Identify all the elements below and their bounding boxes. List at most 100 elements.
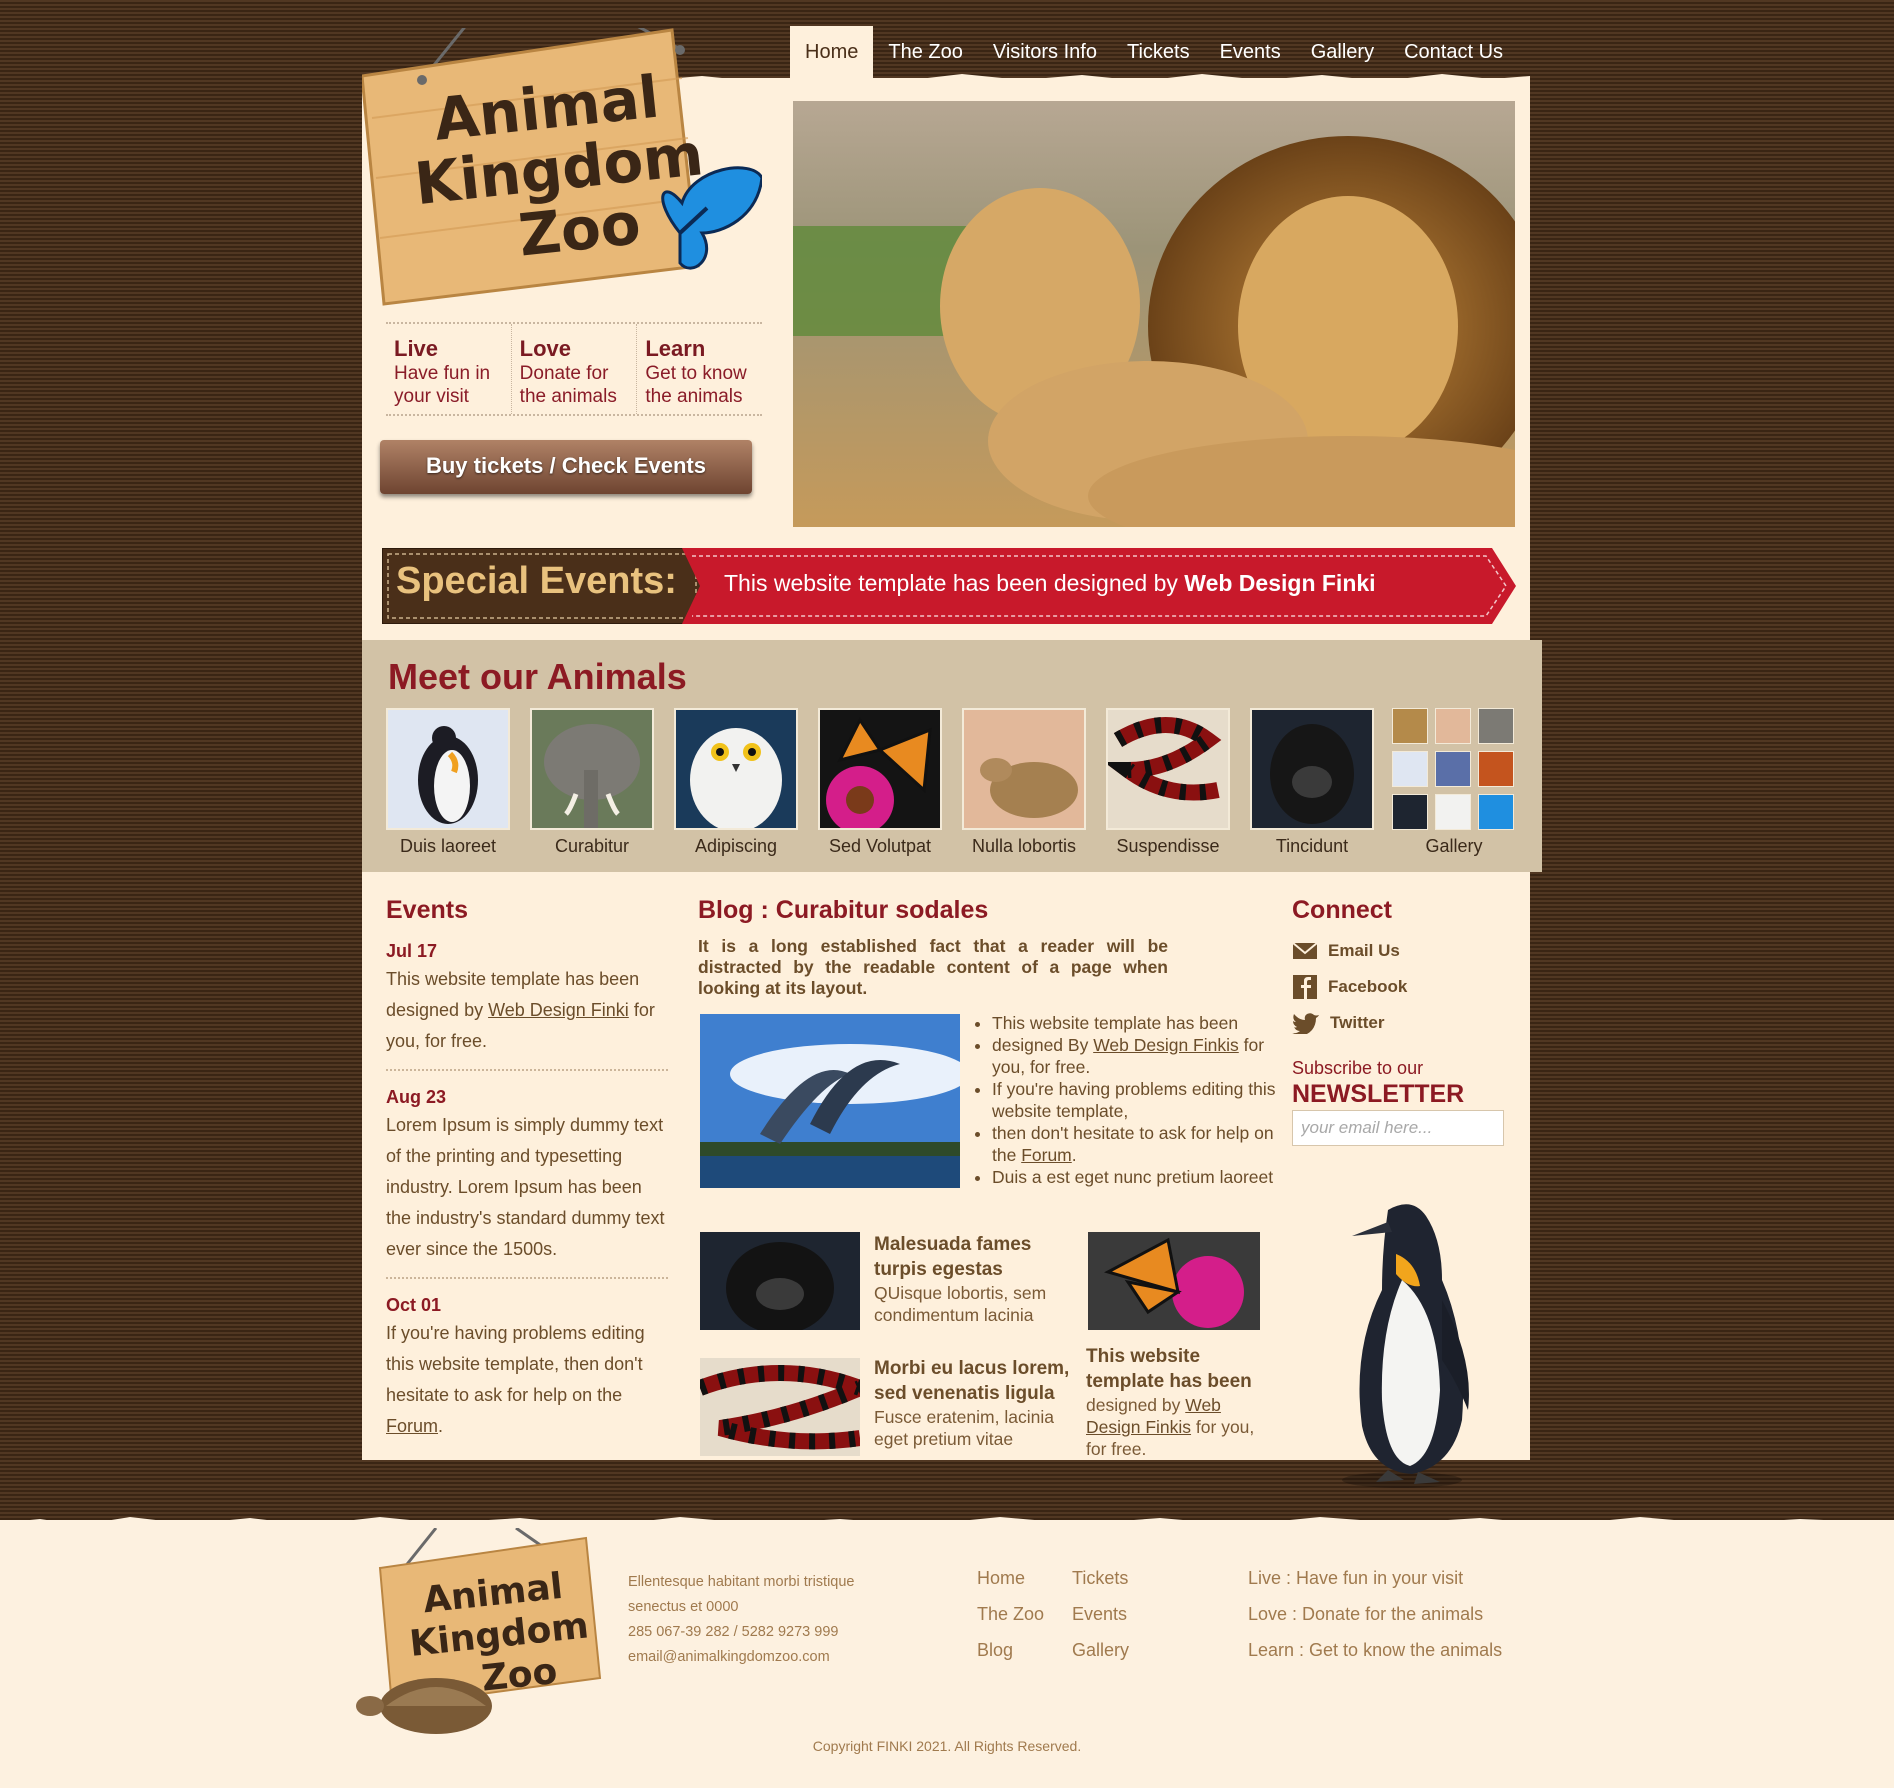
facebook-link[interactable]: Facebook — [1292, 969, 1512, 1005]
gallery-thumb — [1392, 794, 1428, 830]
blog-post-text: Fusce eratenim, lacinia eget pretium vit… — [874, 1407, 1054, 1449]
taglines: Live Have fun in your visit Love Donate … — [386, 322, 762, 416]
email-us-link[interactable]: Email Us — [1292, 933, 1512, 969]
footer-torn-edge — [0, 1517, 1894, 1535]
facebook-label: Facebook — [1328, 977, 1408, 996]
gallery-thumb — [1435, 708, 1471, 744]
event-text-body: If you're having problems editing this w… — [386, 1323, 645, 1405]
blog-title: Blog : Curabitur sodales — [698, 896, 989, 924]
footer-address-line: Ellentesque habitant morbi tristique — [628, 1574, 855, 1590]
blog-post-title[interactable]: This website template has been — [1086, 1344, 1264, 1394]
butterfly-post-image[interactable] — [1088, 1232, 1260, 1330]
gorilla-post-image[interactable] — [700, 1232, 860, 1330]
event-date: Aug 23 — [386, 1087, 447, 1107]
nav-visitors-info[interactable]: Visitors Info — [978, 26, 1112, 69]
animal-card-elephant[interactable]: Curabitur — [530, 708, 654, 857]
footer-link-love[interactable]: Love : Donate for the animals — [1248, 1604, 1483, 1625]
event-date: Oct 01 — [386, 1295, 442, 1315]
nav-contact-us[interactable]: Contact Us — [1389, 26, 1518, 69]
event-link[interactable]: Web Design Finki — [488, 1000, 629, 1020]
special-events-credit: Web Design Finki — [1184, 570, 1376, 596]
newsletter-email-input[interactable] — [1292, 1110, 1504, 1146]
tagline-text: Have fun in your visit — [394, 363, 491, 407]
tagline-text: Get to know the animals — [645, 363, 747, 407]
event-date: Jul 17 — [386, 941, 438, 961]
footer-address-line: senectus et 0000 — [628, 1599, 739, 1615]
connect-title: Connect — [1292, 896, 1392, 924]
animal-card-gorilla[interactable]: Tincidunt — [1250, 708, 1374, 857]
tagline-love: Love Donate for the animals — [512, 324, 638, 414]
newsletter-heading: NEWSLETTER — [1292, 1080, 1465, 1108]
blog-post-text: designed by Web Design Finkis for you, f… — [1086, 1394, 1264, 1460]
footer-link-gallery[interactable]: Gallery — [1072, 1640, 1129, 1661]
gorilla-thumbnail — [1250, 708, 1374, 830]
buy-tickets-button[interactable]: Buy tickets / Check Events — [380, 440, 752, 494]
special-events-message: This website template has been designed … — [724, 570, 1185, 596]
event-link[interactable]: Forum — [386, 1416, 438, 1436]
meet-animals-title: Meet our Animals — [388, 656, 687, 697]
footer-logo[interactable]: Animal Kingdom Zoo — [356, 1528, 606, 1738]
tagline-text: Donate for the animals — [519, 363, 617, 407]
gallery-caption[interactable]: Gallery — [1392, 836, 1516, 857]
penguin-image — [1342, 1204, 1469, 1488]
footer-link-blog[interactable]: Blog — [977, 1640, 1013, 1661]
gallery-thumb — [1435, 751, 1471, 787]
footer-link-live[interactable]: Live : Have fun in your visit — [1248, 1568, 1463, 1589]
connect-column: Connect Email Us Facebook Twitter — [1292, 896, 1512, 1041]
footer-link-learn[interactable]: Learn : Get to know the animals — [1248, 1640, 1502, 1661]
animal-card-tortoise[interactable]: Nulla lobortis — [962, 708, 1086, 857]
footer-phone: 285 067-39 282 / 5282 9273 999 — [628, 1624, 839, 1640]
site-logo[interactable]: Animal Kingdom Zoo — [362, 28, 762, 308]
blog-column: Blog : Curabitur sodales — [698, 896, 1258, 925]
twitter-icon — [1292, 1013, 1319, 1034]
snake-post-image[interactable] — [700, 1358, 860, 1456]
footer-link-the-zoo[interactable]: The Zoo — [977, 1604, 1044, 1625]
animal-card-owl[interactable]: Adipiscing — [674, 708, 798, 857]
footer-link-events[interactable]: Events — [1072, 1604, 1127, 1625]
footer-copyright: Copyright FINKI 2021. All Rights Reserve… — [812, 1738, 1082, 1754]
hero-lions-image — [788, 96, 1520, 532]
nav-events[interactable]: Events — [1205, 26, 1296, 69]
facebook-icon — [1293, 975, 1317, 999]
nav-the-zoo[interactable]: The Zoo — [873, 26, 977, 69]
footer-email[interactable]: email@animalkingdomzoo.com — [628, 1645, 855, 1670]
animal-caption: Nulla lobortis — [971, 836, 1077, 856]
blog-post-title[interactable]: Malesuada fames turpis egestas — [874, 1232, 1074, 1282]
gallery-thumb — [1435, 794, 1471, 830]
blog-post: This website template has been designed … — [1086, 1344, 1264, 1460]
special-events-label: Special Events: — [396, 560, 677, 602]
footer-link-home[interactable]: Home — [977, 1568, 1025, 1589]
twitter-link[interactable]: Twitter — [1292, 1005, 1512, 1041]
gallery-thumb — [1478, 708, 1514, 744]
event-text: This website template has been designed … — [386, 964, 668, 1057]
event-text: If you're having problems editing this w… — [386, 1318, 668, 1442]
gallery-thumb — [1392, 751, 1428, 787]
nav-home[interactable]: Home — [790, 26, 874, 84]
events-column: Events Jul 17 This website template has … — [386, 896, 668, 1454]
animal-card-penguin[interactable]: Duis laoreet — [386, 708, 510, 857]
animal-caption: Suspendisse — [1116, 836, 1220, 856]
animal-card-snake[interactable]: Suspendisse — [1106, 708, 1230, 857]
blog-list-link[interactable]: Forum — [1021, 1145, 1072, 1165]
blog-list-link[interactable]: Web Design Finkis — [1093, 1035, 1239, 1055]
special-events-text: This website template has been designed … — [724, 570, 1376, 597]
blog-list-tail: . — [1071, 1145, 1077, 1165]
tortoise-icon — [356, 1678, 492, 1734]
blog-bullet-list: This website template has been designed … — [972, 1012, 1282, 1188]
animal-caption: Duis laoreet — [399, 836, 497, 856]
logo-nail-right — [675, 45, 685, 55]
animal-card-butterfly[interactable]: Sed Volutpat — [818, 708, 942, 857]
animal-caption: Curabitur — [554, 836, 630, 856]
gallery-thumb — [1392, 708, 1428, 744]
gallery-thumbnails-grid[interactable] — [1392, 708, 1516, 830]
nav-gallery[interactable]: Gallery — [1296, 26, 1389, 69]
footer-link-tickets[interactable]: Tickets — [1072, 1568, 1128, 1589]
blog-post-text-body: designed by — [1086, 1395, 1186, 1415]
nav-tickets[interactable]: Tickets — [1112, 26, 1205, 69]
animal-caption: Adipiscing — [694, 836, 778, 856]
tagline-title: Learn — [645, 336, 706, 361]
blog-post: Malesuada fames turpis egestas QUisque l… — [874, 1232, 1074, 1326]
blog-post-title[interactable]: Morbi eu lacus lorem, sed venenatis ligu… — [874, 1356, 1074, 1406]
twitter-label: Twitter — [1330, 1013, 1385, 1032]
blog-list-item: If you're having problems editing this w… — [992, 1078, 1282, 1122]
